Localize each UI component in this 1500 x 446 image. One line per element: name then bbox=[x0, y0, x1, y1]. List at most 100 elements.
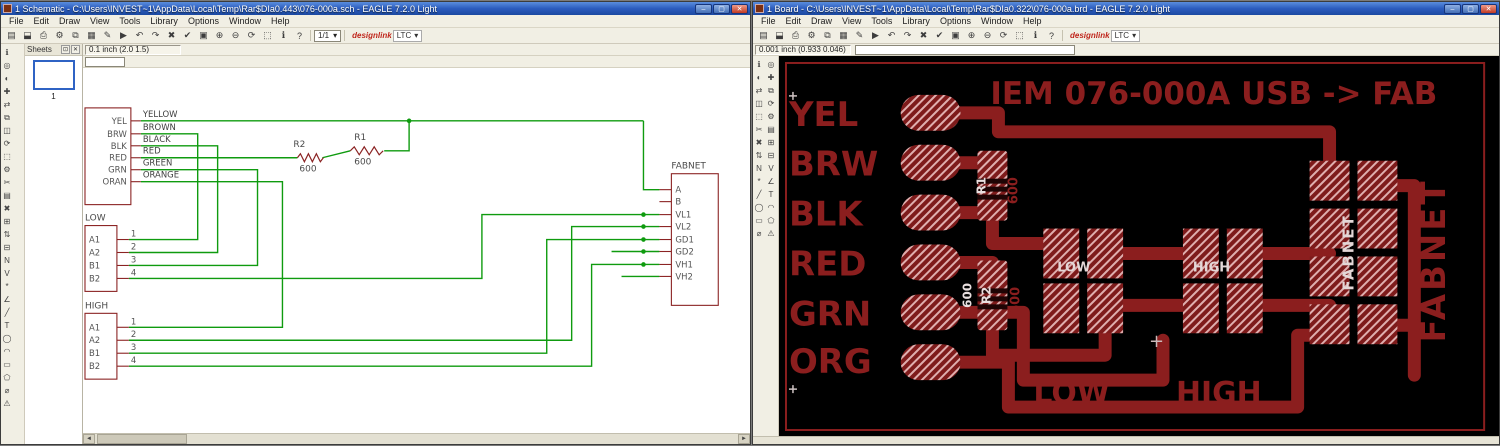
maximize-button[interactable]: ▢ bbox=[1462, 3, 1479, 14]
info-toolbar-icon[interactable]: ℹ bbox=[276, 29, 291, 43]
use-library-icon[interactable]: ▦ bbox=[836, 29, 851, 43]
mark-tool-icon[interactable]: ✚ bbox=[765, 71, 777, 84]
switch-editor-icon[interactable]: ⧉ bbox=[820, 29, 835, 43]
menu-item[interactable]: File bbox=[4, 15, 29, 27]
open-icon[interactable]: ▤ bbox=[756, 29, 771, 43]
close-panel-icon[interactable]: ✕ bbox=[71, 45, 80, 54]
open-icon[interactable]: ▤ bbox=[4, 29, 19, 43]
move-tool-icon[interactable]: ⇄ bbox=[1, 98, 13, 111]
undo-icon[interactable]: ↶ bbox=[884, 29, 899, 43]
group-tool-icon[interactable]: ⬚ bbox=[1, 150, 13, 163]
schematic-canvas[interactable]: YEL BRW BLK RED GRN ORAN YELLOW BROWN BL… bbox=[83, 68, 750, 433]
redo-icon[interactable]: ↷ bbox=[900, 29, 915, 43]
menu-item[interactable]: Draw bbox=[54, 15, 85, 27]
zoom-fit-icon[interactable]: ▣ bbox=[948, 29, 963, 43]
help-icon[interactable]: ? bbox=[1044, 29, 1059, 43]
zoom-select-icon[interactable]: ⬚ bbox=[1012, 29, 1027, 43]
mirror-tool-icon[interactable]: ◫ bbox=[1, 124, 13, 137]
ltc-library-dropdown[interactable]: LTC ▾ bbox=[392, 29, 423, 42]
pinswap-tool-icon[interactable]: ⇅ bbox=[753, 149, 765, 162]
display-tool-icon[interactable]: ◐ bbox=[753, 71, 765, 84]
zoom-fit-icon[interactable]: ▣ bbox=[196, 29, 211, 43]
cam-processor-icon[interactable]: ⚙ bbox=[804, 29, 819, 43]
zoom-out-icon[interactable]: ⊖ bbox=[980, 29, 995, 43]
menu-item[interactable]: Draw bbox=[806, 15, 837, 27]
sheet-thumbnail[interactable] bbox=[32, 60, 75, 90]
board-canvas[interactable]: IEM 076-000A USB -> FAB YEL BRW BLK RED … bbox=[779, 56, 1499, 436]
designlink-logo[interactable]: designlink bbox=[352, 31, 392, 40]
scroll-right-icon[interactable]: ► bbox=[738, 434, 750, 444]
copy-tool-icon[interactable]: ⧉ bbox=[1, 111, 13, 124]
rect-tool-icon[interactable]: ▭ bbox=[1, 358, 13, 371]
dock-panel-icon[interactable]: ⊡ bbox=[61, 45, 70, 54]
minimize-button[interactable]: – bbox=[695, 3, 712, 14]
zoom-redraw-icon[interactable]: ⟳ bbox=[996, 29, 1011, 43]
undo-icon[interactable]: ↶ bbox=[132, 29, 147, 43]
via-tool-icon[interactable]: ⌀ bbox=[1, 384, 13, 397]
menu-item[interactable]: View bbox=[837, 15, 866, 27]
close-button[interactable]: ✕ bbox=[1480, 3, 1497, 14]
polygon-tool-icon[interactable]: ⬠ bbox=[765, 214, 777, 227]
save-icon[interactable]: ⬓ bbox=[772, 29, 787, 43]
via-tool-icon[interactable]: ⌀ bbox=[753, 227, 765, 240]
group-tool-icon[interactable]: ⬚ bbox=[753, 110, 765, 123]
command-input[interactable] bbox=[855, 44, 1075, 55]
designlink-logo[interactable]: designlink bbox=[1070, 31, 1110, 40]
use-library-icon[interactable]: ▦ bbox=[84, 29, 99, 43]
maximize-button[interactable]: ▢ bbox=[713, 3, 730, 14]
wire-tool-icon[interactable]: ╱ bbox=[753, 188, 765, 201]
switch-editor-icon[interactable]: ⧉ bbox=[68, 29, 83, 43]
wire-tool-icon[interactable]: ╱ bbox=[1, 306, 13, 319]
menu-item[interactable]: Library bbox=[145, 15, 183, 27]
miter-tool-icon[interactable]: ∠ bbox=[1, 293, 13, 306]
info-tool-icon[interactable]: ℹ bbox=[753, 58, 765, 71]
change-tool-icon[interactable]: ⚙ bbox=[765, 110, 777, 123]
help-icon[interactable]: ? bbox=[292, 29, 307, 43]
zoom-in-icon[interactable]: ⊕ bbox=[212, 29, 227, 43]
copy-tool-icon[interactable]: ⧉ bbox=[765, 84, 777, 97]
zoom-redraw-icon[interactable]: ⟳ bbox=[244, 29, 259, 43]
run-icon[interactable]: ▶ bbox=[116, 29, 131, 43]
paste-tool-icon[interactable]: ▤ bbox=[1, 189, 13, 202]
command-input[interactable] bbox=[85, 56, 125, 67]
display-tool-icon[interactable]: ◐ bbox=[1, 72, 13, 85]
add-tool-icon[interactable]: ⊞ bbox=[765, 136, 777, 149]
pinswap-tool-icon[interactable]: ⇅ bbox=[1, 228, 13, 241]
redo-icon[interactable]: ↷ bbox=[148, 29, 163, 43]
mark-tool-icon[interactable]: ✚ bbox=[1, 85, 13, 98]
zoom-out-icon[interactable]: ⊖ bbox=[228, 29, 243, 43]
minimize-button[interactable]: – bbox=[1444, 3, 1461, 14]
ltc-library-dropdown[interactable]: LTC ▾ bbox=[1110, 29, 1141, 42]
replace-tool-icon[interactable]: ⊟ bbox=[765, 149, 777, 162]
cam-processor-icon[interactable]: ⚙ bbox=[52, 29, 67, 43]
close-button[interactable]: ✕ bbox=[731, 3, 748, 14]
info-tool-icon[interactable]: ℹ bbox=[1, 46, 13, 59]
menu-item[interactable]: Edit bbox=[781, 15, 807, 27]
show-tool-icon[interactable]: ◎ bbox=[765, 58, 777, 71]
show-tool-icon[interactable]: ◎ bbox=[1, 59, 13, 72]
stop-icon[interactable]: ✖ bbox=[916, 29, 931, 43]
smash-tool-icon[interactable]: * bbox=[1, 280, 13, 293]
titlebar[interactable]: 1 Board - C:\Users\INVEST~1\AppData\Loca… bbox=[753, 2, 1499, 15]
miter-tool-icon[interactable]: ∠ bbox=[765, 175, 777, 188]
stop-icon[interactable]: ✖ bbox=[164, 29, 179, 43]
menu-item[interactable]: View bbox=[85, 15, 114, 27]
menu-item[interactable]: Help bbox=[1018, 15, 1047, 27]
menu-item[interactable]: Help bbox=[266, 15, 295, 27]
print-icon[interactable]: ⎙ bbox=[36, 29, 51, 43]
script-icon[interactable]: ✎ bbox=[852, 29, 867, 43]
script-icon[interactable]: ✎ bbox=[100, 29, 115, 43]
arc-tool-icon[interactable]: ◠ bbox=[765, 201, 777, 214]
menu-item[interactable]: Tools bbox=[114, 15, 145, 27]
circle-tool-icon[interactable]: ◯ bbox=[1, 332, 13, 345]
zoom-in-icon[interactable]: ⊕ bbox=[964, 29, 979, 43]
menu-item[interactable]: Options bbox=[183, 15, 224, 27]
go-icon[interactable]: ✔ bbox=[180, 29, 195, 43]
polygon-tool-icon[interactable]: ⬠ bbox=[1, 371, 13, 384]
rotate-tool-icon[interactable]: ⟳ bbox=[1, 137, 13, 150]
menu-item[interactable]: Window bbox=[224, 15, 266, 27]
move-tool-icon[interactable]: ⇄ bbox=[753, 84, 765, 97]
mirror-tool-icon[interactable]: ◫ bbox=[753, 97, 765, 110]
scroll-thumb[interactable] bbox=[97, 434, 187, 444]
text-tool-icon[interactable]: T bbox=[1, 319, 13, 332]
